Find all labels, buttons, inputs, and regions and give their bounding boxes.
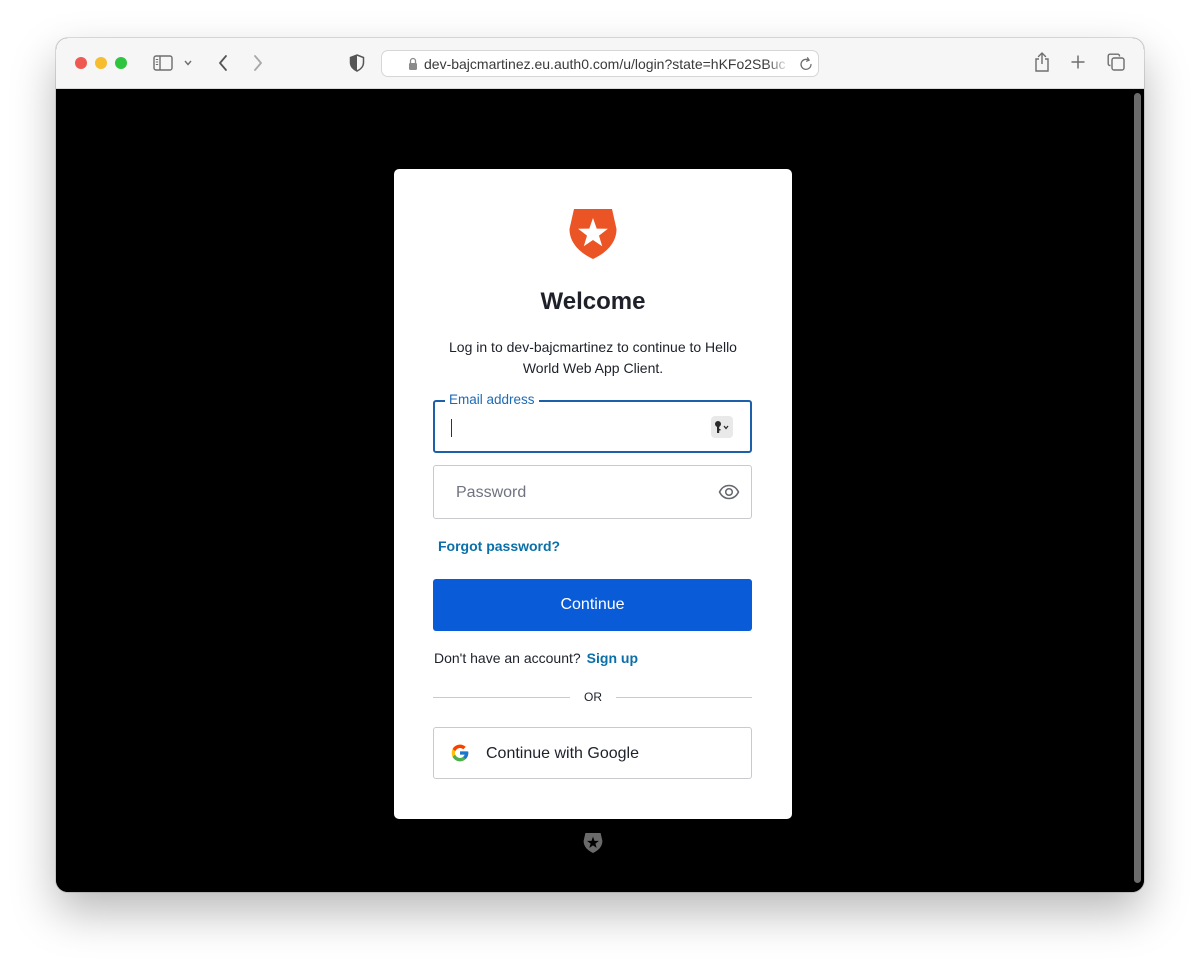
- signup-prompt: Don't have an account?: [434, 650, 581, 666]
- lock-icon: [408, 57, 418, 71]
- signup-link[interactable]: Sign up: [587, 650, 638, 666]
- sidebar-icon[interactable]: [152, 53, 174, 73]
- forward-arrow-icon[interactable]: [249, 52, 267, 74]
- forgot-password-link[interactable]: Forgot password?: [438, 537, 560, 555]
- continue-with-google-button[interactable]: Continue with Google: [433, 727, 752, 779]
- page-title: Welcome: [540, 288, 646, 315]
- login-card: Welcome Log in to dev-bajcmartinez to co…: [394, 169, 792, 819]
- text-caret: [451, 419, 452, 437]
- google-icon: [450, 743, 470, 763]
- divider-line-left: [433, 697, 570, 698]
- signup-row: Don't have an account? Sign up: [434, 649, 638, 667]
- page-content: Welcome Log in to dev-bajcmartinez to co…: [56, 89, 1144, 892]
- key-icon[interactable]: [711, 416, 733, 438]
- share-icon[interactable]: [1032, 50, 1052, 74]
- login-subtitle: Log in to dev-bajcmartinez to continue t…: [449, 339, 737, 376]
- address-bar[interactable]: dev-bajcmartinez.eu.auth0.com/u/login?st…: [381, 50, 819, 77]
- browser-toolbar: dev-bajcmartinez.eu.auth0.com/u/login?st…: [56, 38, 1144, 89]
- close-window-button[interactable]: [75, 57, 87, 69]
- reload-icon[interactable]: [798, 56, 814, 72]
- auth0-logo-icon: [568, 207, 618, 261]
- maximize-window-button[interactable]: [115, 57, 127, 69]
- plus-icon[interactable]: [1068, 51, 1088, 73]
- email-field[interactable]: Email address: [433, 391, 752, 453]
- minimize-window-button[interactable]: [95, 57, 107, 69]
- continue-button[interactable]: Continue: [433, 579, 752, 631]
- url-fade: [766, 54, 790, 74]
- password-field[interactable]: Password: [433, 465, 752, 519]
- password-placeholder: Password: [456, 484, 527, 501]
- browser-window: dev-bajcmartinez.eu.auth0.com/u/login?st…: [56, 38, 1144, 892]
- url-text[interactable]: dev-bajcmartinez.eu.auth0.com/u/login?st…: [424, 56, 786, 73]
- tabs-overview-icon[interactable]: [1106, 52, 1126, 72]
- scrollbar[interactable]: [1132, 91, 1142, 888]
- eye-icon[interactable]: [718, 482, 740, 502]
- google-button-label: Continue with Google: [486, 745, 639, 762]
- scrollbar-thumb[interactable]: [1134, 93, 1141, 883]
- divider-or: OR: [584, 690, 602, 704]
- email-label: Email address: [445, 391, 539, 409]
- back-arrow-icon[interactable]: [214, 52, 232, 74]
- auth0-footer-logo-icon: [583, 832, 603, 854]
- shield-icon[interactable]: [347, 52, 367, 74]
- chevron-down-icon[interactable]: [182, 55, 194, 71]
- divider-line-right: [616, 697, 752, 698]
